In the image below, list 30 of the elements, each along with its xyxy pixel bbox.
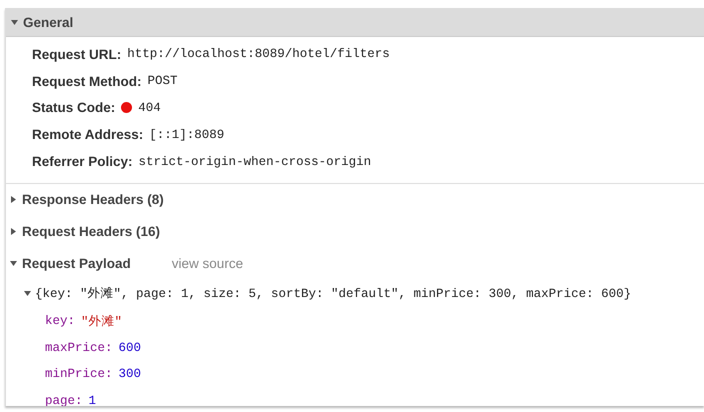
section-title: General bbox=[23, 14, 74, 30]
field-value: 404 bbox=[138, 100, 161, 115]
property-value: 300 bbox=[118, 367, 142, 382]
property-value: 600 bbox=[118, 340, 142, 355]
field-label: Status Code: bbox=[32, 100, 116, 116]
property-value: "外滩" bbox=[81, 314, 122, 330]
property-key: maxPrice: bbox=[45, 340, 113, 355]
section-title[interactable]: Request Payload bbox=[22, 256, 131, 272]
property-value: 1 bbox=[88, 394, 96, 406]
disclosure-triangle-icon[interactable] bbox=[10, 260, 17, 268]
disclosure-triangle-icon[interactable] bbox=[10, 228, 17, 236]
disclosure-triangle-icon[interactable] bbox=[24, 290, 31, 298]
section-header[interactable]: General bbox=[6, 8, 704, 37]
field-label: Request Method: bbox=[32, 74, 142, 89]
field-label: Request URL: bbox=[32, 46, 122, 62]
disclosure-triangle-icon[interactable] bbox=[11, 18, 18, 26]
field-label: Referrer Policy: bbox=[32, 154, 133, 170]
property-key: key: bbox=[45, 314, 76, 328]
view-source-link[interactable]: view source bbox=[172, 256, 244, 272]
field-value: [::1]:8089 bbox=[149, 128, 224, 142]
field-value: POST bbox=[148, 74, 178, 88]
field-label: Remote Address: bbox=[32, 127, 144, 142]
disclosure-triangle-icon[interactable] bbox=[10, 196, 17, 204]
field-value: strict-origin-when-cross-origin bbox=[138, 154, 372, 169]
payload-summary: {key: "外滩", page: 1, size: 5, sortBy: "default", minPrice: 300, maxPrice: 600} bbox=[35, 286, 632, 302]
section-title[interactable]: Request Headers (16) bbox=[22, 224, 160, 240]
property-key: minPrice: bbox=[45, 367, 113, 382]
property-key: page: bbox=[45, 394, 83, 406]
section-title[interactable]: Response Headers (8) bbox=[22, 192, 164, 208]
field-value: http://localhost:8089/hotel/filters bbox=[127, 47, 390, 62]
